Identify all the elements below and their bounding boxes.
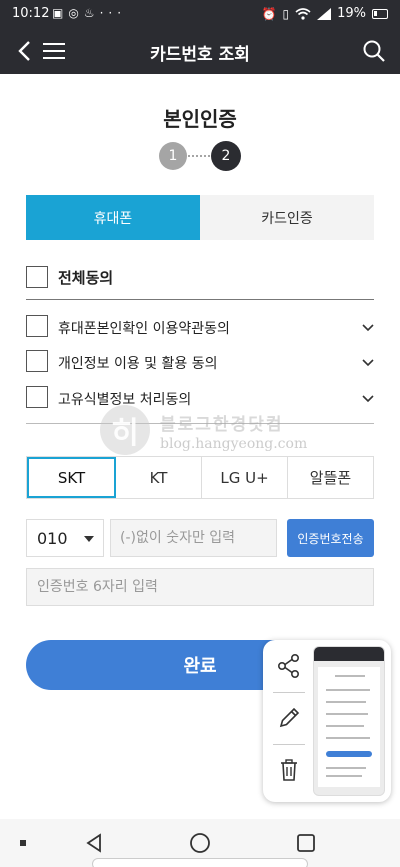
- vibrate-icon: ▯: [282, 6, 290, 21]
- agreement-checkbox[interactable]: [26, 386, 48, 408]
- dropdown-caret-icon: [84, 536, 94, 542]
- screenshot-toolbar: [263, 640, 391, 802]
- watermark-logo: 히: [100, 405, 150, 455]
- agreement-label: 휴대폰본인확인 이용약관동의: [58, 321, 230, 337]
- verification-code-input[interactable]: [26, 568, 374, 606]
- more-icon: ···: [99, 6, 127, 20]
- chevron-down-icon[interactable]: [360, 391, 376, 407]
- carrier-kt[interactable]: KT: [116, 457, 202, 498]
- status-bar: 10:12 ▣◎♨··· ⏰ ▯ 19%: [0, 0, 400, 28]
- wifi-icon: [295, 7, 311, 20]
- nav-dot-icon: [20, 840, 26, 846]
- image-icon: ▣: [52, 6, 69, 20]
- nav-recent-apps-icon[interactable]: [295, 832, 317, 854]
- toolbar-divider: [273, 744, 305, 745]
- agreement-row: 개인정보 이용 및 활용 동의: [26, 350, 376, 376]
- battery-text: 19%: [337, 6, 366, 21]
- status-indicators: ⏰ ▯ 19%: [262, 6, 388, 21]
- phone-prefix-select[interactable]: 010: [26, 519, 104, 557]
- agreement-row: 고유식별정보 처리동의: [26, 386, 376, 412]
- search-icon[interactable]: [360, 37, 388, 65]
- step-connector: [188, 155, 210, 157]
- agree-all-checkbox[interactable]: [26, 266, 48, 288]
- status-time: 10:12: [12, 6, 50, 21]
- chevron-down-icon[interactable]: [360, 355, 376, 371]
- tab-card[interactable]: 카드인증: [200, 195, 374, 240]
- share-icon[interactable]: [273, 650, 305, 682]
- carrier-lgu[interactable]: LG U+: [202, 457, 288, 498]
- screenshot-thumbnail[interactable]: [313, 646, 385, 796]
- nav-back-icon[interactable]: [82, 831, 106, 855]
- app-header: 카드번호 조회: [0, 28, 400, 74]
- header-title: 카드번호 조회: [150, 45, 250, 65]
- page-title: 본인인증: [163, 107, 237, 131]
- phone-prefix-value: 010: [37, 529, 68, 548]
- notification-icon: ♨: [83, 6, 100, 20]
- divider: [26, 299, 374, 300]
- battery-icon: [372, 8, 388, 19]
- edit-pencil-icon[interactable]: [273, 702, 305, 734]
- chevron-down-icon[interactable]: [360, 320, 376, 336]
- watermark-text-ko: 블로그한경닷컴: [160, 415, 284, 435]
- trash-icon[interactable]: [273, 754, 305, 786]
- phone-number-input[interactable]: [110, 519, 277, 557]
- toolbar-divider: [273, 692, 305, 693]
- chat-icon: ◎: [68, 6, 84, 20]
- carrier-skt[interactable]: SKT: [27, 457, 116, 498]
- tab-phone[interactable]: 휴대폰: [26, 195, 200, 240]
- nav-home-icon[interactable]: [188, 831, 212, 855]
- carrier-mvno[interactable]: 알뜰폰: [288, 457, 373, 498]
- signal-icon: [317, 7, 332, 20]
- watermark-text-en: blog.hangyeong.com: [160, 436, 308, 452]
- notification-icons: ▣◎♨···: [52, 6, 126, 20]
- agreement-checkbox[interactable]: [26, 315, 48, 337]
- carrier-selector: SKT KT LG U+ 알뜰폰: [26, 456, 374, 499]
- agreement-label: 개인정보 이용 및 활용 동의: [58, 356, 218, 372]
- alarm-icon: ⏰: [261, 6, 277, 21]
- step-2-current: 2: [211, 141, 241, 171]
- step-1: 1: [159, 142, 187, 170]
- agree-all-label: 전체동의: [58, 269, 114, 287]
- agreement-checkbox[interactable]: [26, 350, 48, 372]
- step-indicator: 1 2: [159, 141, 241, 171]
- auth-method-tabs: 휴대폰 카드인증: [26, 195, 374, 240]
- agreement-row: 휴대폰본인확인 이용약관동의: [26, 315, 376, 341]
- send-code-button[interactable]: 인증번호전송: [287, 519, 374, 557]
- bottom-handle: [92, 858, 308, 867]
